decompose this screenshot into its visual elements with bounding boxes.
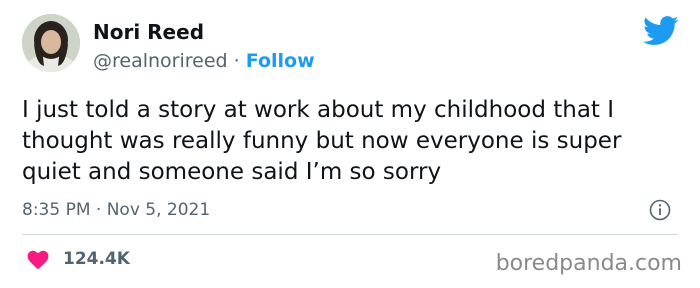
timestamp[interactable]: 8:35 PM · Nov 5, 2021 xyxy=(22,198,210,222)
handle-row: @realnorireed · Follow xyxy=(93,47,315,75)
handle-separator: · xyxy=(233,50,240,72)
info-icon[interactable] xyxy=(649,199,671,221)
follow-button[interactable]: Follow xyxy=(246,50,315,72)
twitter-bird-icon[interactable] xyxy=(643,16,679,46)
tweet-text: I just told a story at work about my chi… xyxy=(22,97,622,185)
display-name[interactable]: Nori Reed xyxy=(93,18,204,46)
like-count: 124.4K xyxy=(63,249,130,269)
tweet-card: Nori Reed @realnorireed · Follow I just … xyxy=(0,0,700,288)
avatar-photo xyxy=(22,14,80,72)
avatar[interactable] xyxy=(22,14,80,72)
heart-icon[interactable] xyxy=(27,250,49,270)
watermark: boredpanda.com xyxy=(495,251,682,276)
divider xyxy=(22,234,678,235)
handle[interactable]: @realnorireed xyxy=(93,50,228,72)
